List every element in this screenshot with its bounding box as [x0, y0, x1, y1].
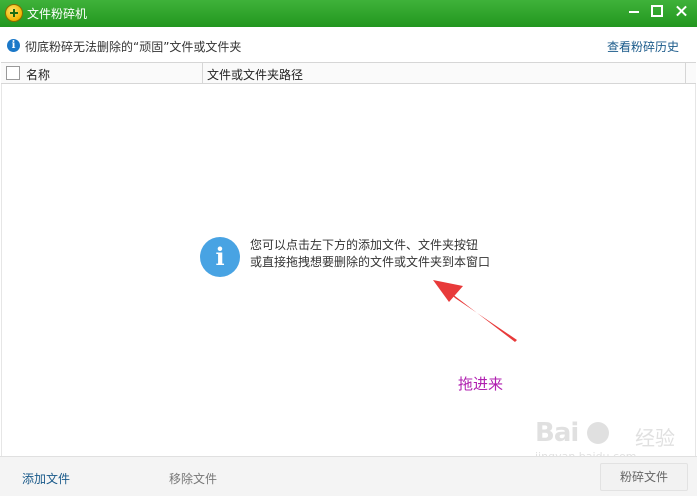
view-history-link[interactable]: 查看粉碎历史 [607, 38, 679, 55]
paw-icon [587, 422, 609, 444]
maximize-icon[interactable] [643, 0, 669, 22]
arrow-shaft [447, 290, 517, 342]
window-title: 文件粉碎机 [27, 7, 88, 21]
add-files-button[interactable]: 添加文件 [22, 470, 70, 487]
info-bar: i 彻底粉碎无法删除的“顽固”文件或文件夹 查看粉碎历史 [0, 27, 697, 62]
drag-arrow-annotation [433, 280, 517, 342]
close-icon[interactable] [668, 0, 694, 22]
watermark-logo: Bai [535, 418, 579, 448]
shred-files-button[interactable]: 粉碎文件 [600, 463, 688, 491]
watermark-brand: 经验 [635, 426, 675, 450]
info-text: 彻底粉碎无法删除的“顽固”文件或文件夹 [25, 40, 242, 54]
select-all-checkbox[interactable] [6, 66, 20, 80]
drag-here-annotation: 拖进来 [458, 375, 504, 393]
column-divider[interactable] [202, 63, 203, 83]
column-divider[interactable] [685, 63, 686, 83]
file-table-header: 名称 文件或文件夹路径 [1, 62, 696, 84]
footer-bar: 添加文件 移除文件 粉碎文件 [0, 456, 697, 496]
app-logo-icon [5, 4, 23, 22]
info-icon: i [7, 39, 20, 52]
empty-hint-line-1: 您可以点击左下方的添加文件、文件夹按钮 [250, 238, 479, 252]
info-icon: i [200, 237, 240, 277]
title-bar: 文件粉碎机 [0, 0, 697, 27]
empty-hint-line-2: 或直接拖拽想要删除的文件或文件夹到本窗口 [250, 255, 491, 269]
file-list-drop-area[interactable] [1, 84, 696, 456]
column-header-path[interactable]: 文件或文件夹路径 [207, 66, 303, 83]
remove-files-button[interactable]: 移除文件 [169, 470, 217, 487]
column-header-name[interactable]: 名称 [26, 66, 50, 83]
